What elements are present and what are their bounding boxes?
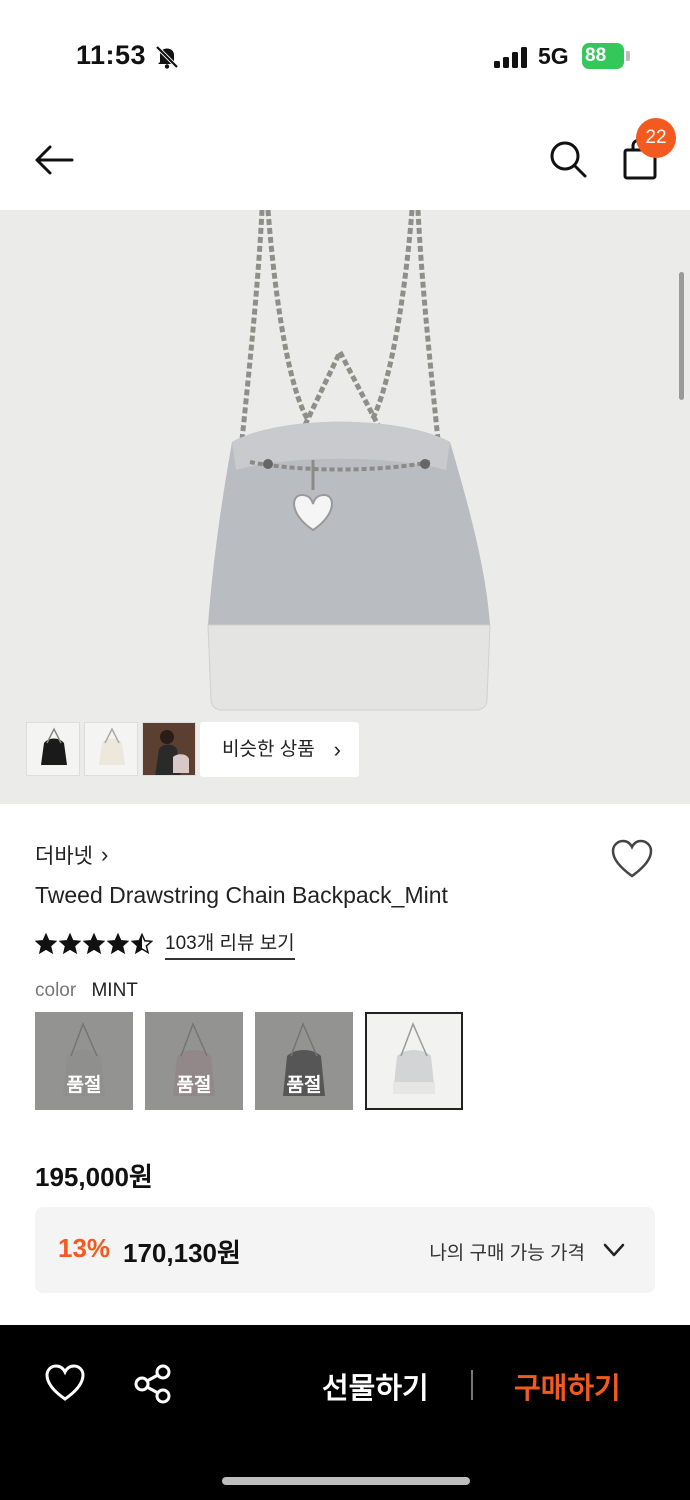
share-icon[interactable] <box>132 1363 174 1405</box>
bottom-action-bar: 선물하기 구매하기 <box>0 1325 690 1500</box>
thumbnail-model[interactable] <box>142 722 196 776</box>
soldout-label: 품절 <box>66 1075 102 1096</box>
brand-link[interactable]: 더바넷 › <box>35 840 108 870</box>
signal-icon <box>494 47 527 68</box>
my-price-box[interactable]: 13% 170,130원 나의 구매 가능 가격 <box>35 1207 655 1293</box>
product-image-carousel[interactable]: 비슷한 상품 › <box>0 210 690 804</box>
star-rating <box>35 933 153 955</box>
chevron-down-icon <box>603 1243 625 1257</box>
wishlist-heart-icon[interactable] <box>44 1363 86 1403</box>
bell-muted-icon <box>155 45 179 69</box>
brand-name: 더바넷 <box>35 845 93 868</box>
battery-icon: 88 <box>582 43 630 69</box>
battery-level: 88 <box>582 43 624 69</box>
chevron-right-icon: › <box>100 842 109 867</box>
product-title: Tweed Drawstring Chain Backpack_Mint <box>35 882 448 908</box>
color-swatch-selected[interactable] <box>365 1012 463 1110</box>
color-value: MINT <box>91 980 138 1001</box>
image-scrollbar <box>679 272 684 400</box>
divider <box>471 1370 473 1400</box>
home-indicator[interactable] <box>222 1477 470 1485</box>
my-price-label: 나의 구매 가능 가격 <box>429 1243 585 1264</box>
star-icon <box>107 933 129 955</box>
network-label: 5G <box>538 43 569 69</box>
chevron-right-icon: › <box>333 737 341 762</box>
search-icon[interactable] <box>546 136 590 180</box>
similar-products-button[interactable]: 비슷한 상품 › <box>200 722 359 777</box>
back-arrow-icon[interactable] <box>32 138 76 182</box>
gift-button[interactable]: 선물하기 <box>322 1365 429 1407</box>
app-header <box>0 110 690 210</box>
buy-button[interactable]: 구매하기 <box>514 1365 621 1407</box>
similar-products-label: 비슷한 상품 <box>222 739 315 760</box>
original-price: 195,000원 <box>35 1162 153 1192</box>
thumbnail-black[interactable] <box>26 722 80 776</box>
soldout-label: 품절 <box>176 1075 212 1096</box>
rating-row: 103개 리뷰 보기 <box>35 928 295 960</box>
status-time: 11:53 <box>76 40 147 70</box>
wishlist-heart-icon[interactable] <box>610 838 654 880</box>
color-swatches: 품절 품절 품절 <box>35 1012 463 1110</box>
status-bar: 11:53 5G 88 <box>0 0 690 110</box>
soldout-label: 품절 <box>286 1075 322 1096</box>
review-link[interactable]: 103개 리뷰 보기 <box>165 928 295 960</box>
color-swatch[interactable]: 품절 <box>35 1012 133 1110</box>
color-selector-label: color MINT <box>35 980 138 1002</box>
color-label: color <box>35 980 77 1001</box>
cart-count-badge: 22 <box>636 118 676 158</box>
image-thumbnails <box>26 722 196 776</box>
star-icon <box>131 933 153 955</box>
product-photo <box>207 210 491 711</box>
color-swatch[interactable]: 품절 <box>145 1012 243 1110</box>
sale-price: 170,130원 <box>123 1238 241 1268</box>
star-icon <box>83 933 105 955</box>
discount-rate: 13% <box>58 1233 111 1263</box>
star-icon <box>35 933 57 955</box>
thumbnail-cream[interactable] <box>84 722 138 776</box>
star-icon <box>59 933 81 955</box>
color-swatch[interactable]: 품절 <box>255 1012 353 1110</box>
